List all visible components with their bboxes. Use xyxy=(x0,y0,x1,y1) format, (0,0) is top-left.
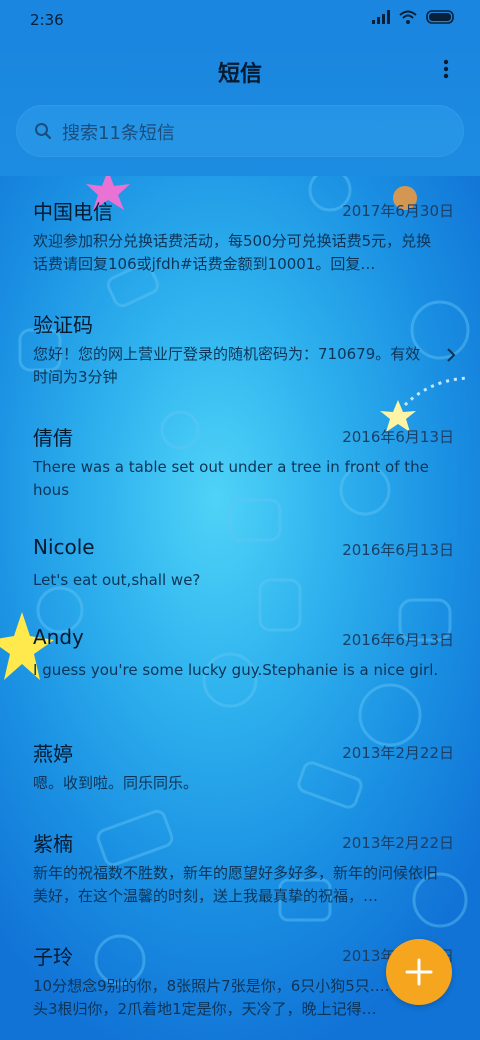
new-message-button[interactable] xyxy=(386,939,452,1005)
conversation-preview: 您好！您的网上营业厅登录的随机密码为：710679。有效时间为3分钟 xyxy=(33,345,421,386)
conversation-name: 燕婷 xyxy=(33,742,73,766)
conversation-name: Nicole xyxy=(33,535,95,559)
search-input[interactable]: 搜索11条短信 xyxy=(16,105,464,157)
conversation-date: 2017年6月30日 xyxy=(342,202,454,220)
wifi-icon xyxy=(399,10,417,24)
conversation-preview: 嗯。收到啦。同乐同乐。 xyxy=(33,774,199,792)
conversation-name: Andy xyxy=(33,625,84,649)
conversation-date: 2016年6月13日 xyxy=(342,631,454,649)
conversation-preview: I guess you're some lucky guy.Stephanie … xyxy=(33,661,439,679)
conversation-preview: There was a table set out under a tree i… xyxy=(33,458,429,499)
conversation-name: 验证码 xyxy=(33,313,93,337)
page-title: 短信 xyxy=(217,62,262,87)
status-icons xyxy=(372,10,456,24)
conversation-date: 2016年6月13日 xyxy=(342,541,454,559)
conversation-date: 2013年2月22日 xyxy=(342,834,454,852)
status-time: 2:36 xyxy=(30,11,64,29)
app-header: 短信 搜索11条短信 xyxy=(0,40,480,176)
status-bar: 2:36 xyxy=(0,0,480,40)
more-vert-icon xyxy=(443,59,449,79)
conversation-name: 子玲 xyxy=(33,945,73,969)
conversation-name: 中国电信 xyxy=(33,200,113,224)
conversation-preview: 新年的祝福数不胜数，新年的愿望好多好多，新年的问候依旧美好，在这个温馨的时刻，送… xyxy=(33,864,439,905)
conversation-preview: 欢迎参加积分兑换话费活动，每500分可兑换话费5元，兑换话费请回复106或jfd… xyxy=(33,232,432,273)
search-placeholder: 搜索11条短信 xyxy=(62,123,175,144)
search-icon xyxy=(35,123,52,140)
plus-icon xyxy=(405,958,433,986)
conversation-date: 2013年2月22日 xyxy=(342,744,454,762)
conversation-date: 2016年6月13日 xyxy=(342,428,454,446)
signal-icon xyxy=(372,10,390,24)
more-options-button[interactable] xyxy=(434,56,458,84)
battery-icon xyxy=(426,10,454,24)
conversation-name: 倩倩 xyxy=(33,426,73,450)
conversation-name: 紫楠 xyxy=(33,832,73,856)
conversation-preview: Let's eat out,shall we? xyxy=(33,571,201,589)
conversation-preview: 10分想念9别的你，8张照片7张是你，6只小狗5只……4根骨头3根归你，2爪着地… xyxy=(33,977,440,1018)
chevron-right-icon xyxy=(447,348,456,362)
